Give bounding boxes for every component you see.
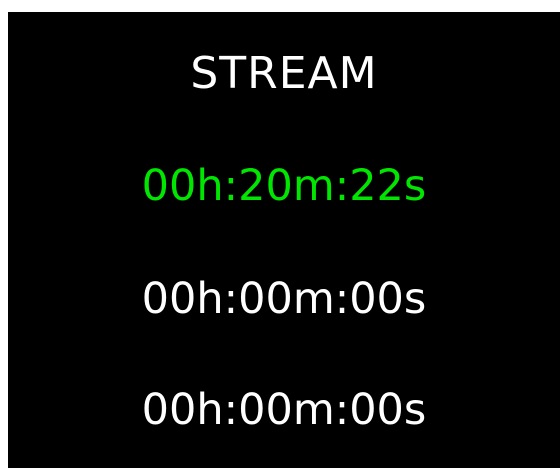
- stream-timer-2: 00h:00m:00s: [141, 274, 427, 324]
- stream-panel: STREAM 00h:20m:22s 00h:00m:00s 00h:00m:0…: [8, 12, 560, 468]
- stream-title: STREAM: [190, 48, 378, 99]
- stream-timer-3: 00h:00m:00s: [141, 385, 427, 435]
- stream-timer-active: 00h:20m:22s: [141, 161, 427, 211]
